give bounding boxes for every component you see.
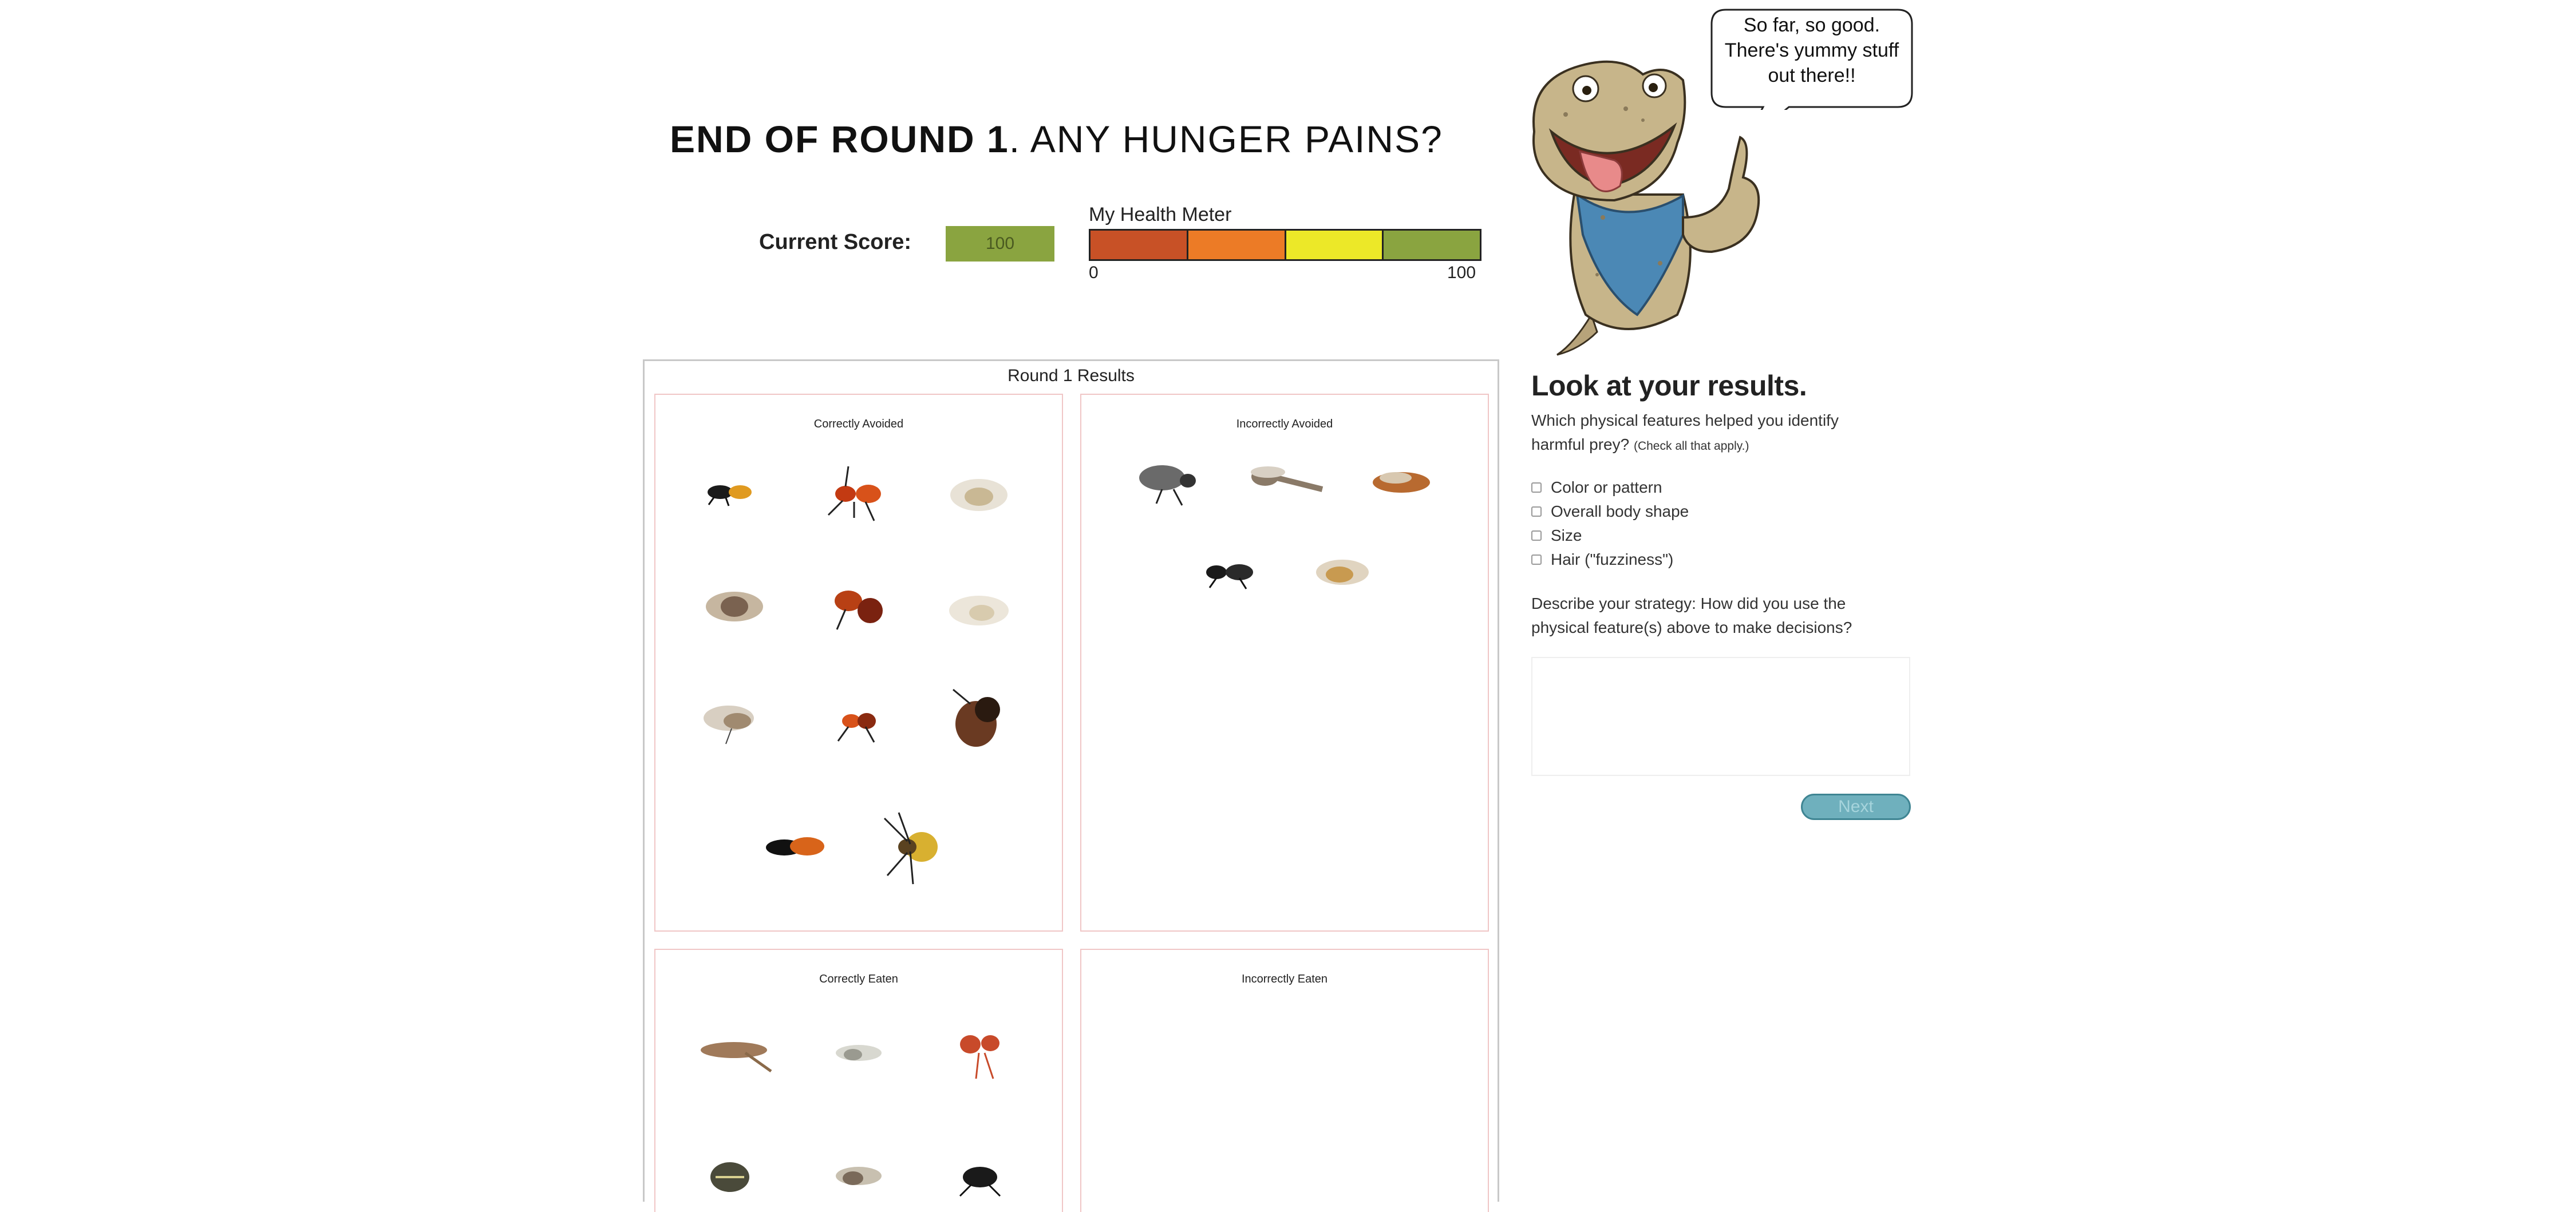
option-label: Overall body shape — [1551, 502, 1689, 520]
checkbox[interactable] — [1531, 554, 1542, 565]
black-beetle-icon — [959, 1167, 1001, 1197]
incorrectly-eaten-panel: Incorrectly Eaten — [1080, 949, 1489, 1212]
features-question-hint: (Check all that apply.) — [1633, 439, 1749, 453]
option-color-or-pattern[interactable]: Color or pattern — [1531, 478, 1662, 497]
checkbox[interactable] — [1531, 506, 1542, 517]
gray-beetle-icon — [1139, 465, 1196, 506]
current-score-label: Current Score: — [759, 230, 912, 254]
health-meter-label: My Health Meter — [1089, 204, 1232, 225]
option-label: Color or pattern — [1551, 478, 1662, 496]
checkbox[interactable] — [1531, 482, 1542, 493]
speech-line: out there!! — [1768, 65, 1856, 86]
yellow-spider-icon — [883, 812, 938, 885]
checkbox[interactable] — [1531, 530, 1542, 541]
health-meter-min: 0 — [1089, 263, 1099, 282]
strategy-prompt: Describe your strategy: How did you use … — [1531, 595, 1852, 636]
health-meter-segment — [1384, 231, 1480, 259]
fuzzy-moth-icon — [950, 479, 1008, 511]
results-heading: Look at your results. — [1531, 370, 1807, 402]
velvet-ant-icon — [708, 485, 752, 506]
red-mite-icon — [960, 1035, 999, 1079]
panel-title: Incorrectly Eaten — [1241, 973, 1328, 985]
grasshopper-icon — [701, 1042, 772, 1073]
brown-spider-icon — [953, 688, 1000, 747]
striped-beetle-icon — [710, 1162, 749, 1192]
next-button[interactable]: Next — [1801, 794, 1911, 820]
brown-fly-icon — [1373, 472, 1430, 493]
health-meter-segment — [1091, 231, 1188, 259]
health-meter-segment — [1286, 231, 1384, 259]
round-title-rest: . ANY HUNGER PAINS? — [1009, 118, 1443, 160]
option-overall-body-shape[interactable]: Overall body shape — [1531, 502, 1689, 521]
round-title-strong: END OF ROUND 1 — [670, 118, 1009, 160]
black-ant-icon — [1206, 564, 1253, 589]
small-orange-ant-icon — [837, 713, 876, 743]
orange-black-wasp-icon — [766, 837, 824, 855]
orange-ant-icon — [835, 591, 883, 630]
white-fuzzy-moth-icon — [949, 596, 1009, 625]
panel-title: Incorrectly Avoided — [1236, 418, 1333, 430]
pale-fly-icon — [836, 1045, 882, 1061]
health-meter-segment — [1188, 231, 1286, 259]
round-title: END OF ROUND 1. ANY HUNGER PAINS? — [670, 117, 1500, 161]
hover-fly-icon — [836, 1167, 882, 1185]
strategy-input[interactable] — [1531, 657, 1910, 776]
health-meter — [1089, 229, 1481, 261]
red-ant-icon — [827, 466, 881, 521]
option-hair[interactable]: Hair ("fuzziness") — [1531, 550, 1673, 569]
speech-bubble-text: So far, so good. There's yummy stuff out… — [1709, 13, 1915, 88]
round-results-title: Round 1 Results — [1008, 366, 1135, 385]
panel-title: Correctly Eaten — [819, 973, 898, 985]
hairy-bee-icon — [706, 592, 763, 621]
panel-title: Correctly Avoided — [813, 418, 904, 430]
current-score-value: 100 — [946, 226, 1054, 262]
tan-bee-icon — [1316, 560, 1369, 585]
option-size[interactable]: Size — [1531, 526, 1582, 545]
health-meter-max: 100 — [1447, 263, 1476, 282]
speech-line: There's yummy stuff — [1724, 39, 1899, 61]
features-question: Which physical features helped you ident… — [1531, 409, 1886, 458]
option-label: Hair ("fuzziness") — [1551, 550, 1674, 568]
speech-line: So far, so good. — [1743, 14, 1880, 36]
striped-fly-icon — [704, 706, 754, 744]
robber-fly-icon — [1251, 466, 1323, 492]
option-label: Size — [1551, 526, 1582, 544]
